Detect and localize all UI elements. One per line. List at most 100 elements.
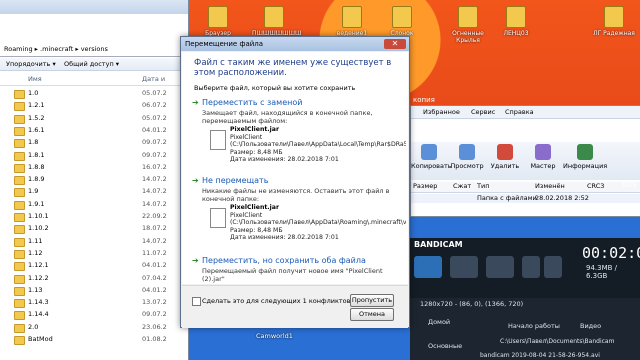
file-name: 1.6.1 bbox=[28, 125, 45, 134]
file-row[interactable]: 1.10.1 22.09.2 bbox=[0, 211, 188, 222]
nav-basic[interactable]: Основные bbox=[428, 342, 462, 350]
menu-favorites[interactable]: Избранное bbox=[423, 106, 460, 118]
file-row[interactable]: 1.12.2 07.04.2 bbox=[0, 273, 188, 284]
column-size[interactable]: Размер bbox=[413, 182, 437, 190]
file-name: BatMod bbox=[28, 335, 53, 343]
folder-icon bbox=[14, 213, 25, 222]
file-name: 1.2.1 bbox=[28, 101, 45, 110]
folder-icon bbox=[14, 311, 25, 321]
organize-button[interactable]: Упорядочить ▾ bbox=[6, 60, 56, 68]
folder-icon bbox=[506, 6, 526, 28]
menu-tools[interactable]: Сервис bbox=[471, 106, 495, 118]
file-row[interactable]: 1.8.9 14.07.2 bbox=[0, 174, 188, 186]
game-mode-button[interactable] bbox=[450, 256, 478, 278]
keep-both-option[interactable]: Переместить, но сохранить оба файла bbox=[202, 256, 366, 265]
arrow-icon: ➔ bbox=[192, 98, 199, 107]
column-modified[interactable]: Изменён bbox=[535, 182, 565, 190]
column-crc[interactable]: CRC3 bbox=[587, 182, 604, 190]
desktop-icon[interactable]: ведение1 bbox=[330, 6, 374, 37]
folder-icon bbox=[14, 274, 25, 284]
file-row[interactable]: 1.8.1 09.07.2 bbox=[0, 150, 188, 161]
folder-icon bbox=[14, 90, 25, 99]
info-button[interactable]: Информация bbox=[563, 144, 607, 170]
desktop-icon[interactable]: ЛГ Радежная bbox=[592, 6, 636, 37]
file-date: 04.01.2 bbox=[142, 125, 167, 134]
breadcrumb-item[interactable]: .minecraft bbox=[40, 45, 73, 53]
breadcrumb-item[interactable]: Roaming bbox=[4, 45, 33, 53]
dialog-footer: Сделать это для следующих 1 конфликтов П… bbox=[182, 285, 408, 328]
file-row[interactable]: 1.8 09.07.2 bbox=[0, 137, 188, 149]
file-name: 1.8.1 bbox=[28, 150, 45, 159]
skip-button[interactable]: Пропустить bbox=[350, 294, 394, 307]
folder-icon bbox=[14, 126, 25, 136]
webcam-button[interactable] bbox=[522, 256, 540, 278]
file-row[interactable]: 1.14.4 09.07.2 bbox=[0, 309, 188, 321]
file-row[interactable]: 1.10.2 18.07.2 bbox=[0, 223, 188, 235]
start-tab[interactable]: Начало работы bbox=[508, 322, 560, 330]
wizard-button[interactable]: Мастер bbox=[525, 144, 561, 170]
file-icon bbox=[210, 130, 226, 150]
address-bar[interactable]: Roaming ▸ .minecraft ▸ versions bbox=[0, 42, 188, 57]
file-row[interactable]: 1.14.3 13.07.2 bbox=[0, 297, 188, 309]
file-name: 1.0 bbox=[28, 89, 39, 97]
file-row[interactable]: 1.9 14.07.2 bbox=[0, 186, 188, 198]
file-date: 05.07.2 bbox=[142, 89, 167, 97]
file-row[interactable]: 1.0 05.07.2 bbox=[0, 88, 188, 99]
file-row[interactable]: BatMod 01.08.2 bbox=[0, 334, 188, 345]
file-row[interactable]: 1.6.1 04.01.2 bbox=[0, 125, 188, 136]
column-date[interactable]: Дата и bbox=[142, 75, 165, 83]
device-mode-button[interactable] bbox=[486, 256, 514, 278]
menu-bar: Избранное Сервис Справка bbox=[411, 106, 640, 119]
desktop-icon[interactable]: Браузер bbox=[196, 6, 240, 37]
file-row[interactable]: 2.0 23.06.2 bbox=[0, 322, 188, 333]
file-row[interactable]: 1.2.1 06.07.2 bbox=[0, 100, 188, 112]
file-row[interactable]: 1.5.2 05.07.2 bbox=[0, 113, 188, 124]
folder-icon bbox=[14, 114, 25, 124]
close-button[interactable]: ✕ bbox=[384, 39, 406, 49]
apply-all-checkbox[interactable] bbox=[192, 297, 201, 306]
file-date: 18.07.2 bbox=[142, 224, 167, 233]
copy-button[interactable]: Копировать bbox=[411, 144, 452, 170]
column-packed[interactable]: Сжат bbox=[453, 182, 471, 190]
file-row[interactable]: 1.13 04.01.2 bbox=[0, 285, 188, 296]
file-icon bbox=[210, 208, 226, 228]
recorded-file[interactable]: bandicam 2019-08-04 21-58-26-954.avi bbox=[480, 352, 600, 359]
file-row[interactable]: 1.9.1 14.07.2 bbox=[0, 199, 188, 210]
desktop-icon[interactable]: Слонок bbox=[380, 6, 424, 37]
explorer-window: Roaming ▸ .minecraft ▸ versions Упорядоч… bbox=[0, 0, 189, 360]
breadcrumb-item[interactable]: versions bbox=[81, 45, 108, 53]
desktop-icon[interactable]: Огненные Крылья bbox=[446, 6, 490, 44]
apply-all-label: Сделать это для следующих 1 конфликтов bbox=[202, 297, 351, 305]
delete-button[interactable]: Удалить bbox=[487, 144, 523, 170]
folder-icon bbox=[392, 6, 412, 28]
cancel-button[interactable]: Отмена bbox=[350, 308, 394, 321]
file-row[interactable]: 1.12.1 04.01.2 bbox=[0, 260, 188, 272]
file-row[interactable]: 1.8.8 16.07.2 bbox=[0, 162, 188, 173]
file-date: 13.07.2 bbox=[142, 298, 167, 307]
file-row[interactable]: 1.12 11.07.2 bbox=[0, 248, 188, 259]
dialog-title[interactable]: Перемещение файла bbox=[181, 37, 409, 51]
menu-help[interactable]: Справка bbox=[505, 106, 534, 118]
file-name: 1.14.3 bbox=[28, 298, 49, 307]
column-type[interactable]: Тип bbox=[477, 182, 489, 190]
desktop-icon[interactable]: ПШШШШШШШ bbox=[252, 6, 301, 37]
mic-button[interactable] bbox=[544, 256, 562, 278]
nav-home[interactable]: Домой bbox=[428, 318, 450, 326]
replace-option[interactable]: Переместить с заменой bbox=[202, 98, 302, 107]
screen-mode-button[interactable] bbox=[414, 256, 442, 278]
dialog-subheading: Выберите файл, который вы хотите сохрани… bbox=[194, 84, 356, 92]
skip-option[interactable]: Не перемещать bbox=[202, 176, 268, 185]
desktop-icon[interactable]: ЛЕНЦ03 bbox=[494, 6, 538, 37]
video-tab[interactable]: Видео bbox=[580, 322, 601, 330]
archive-row[interactable]: Папка с файлами 28.02.2018 2:52 bbox=[411, 194, 640, 203]
folder-icon bbox=[14, 299, 25, 309]
column-name[interactable]: Имя bbox=[28, 75, 42, 83]
view-button[interactable]: Просмотр bbox=[449, 144, 485, 170]
file-name: 1.12.1 bbox=[28, 261, 49, 270]
move-file-dialog: Перемещение файла ✕ Файл с таким же имен… bbox=[180, 36, 410, 328]
file-row[interactable]: 1.11 14.07.2 bbox=[0, 236, 188, 247]
share-button[interactable]: Общий доступ ▾ bbox=[64, 60, 119, 68]
window-titlebar[interactable] bbox=[0, 0, 188, 14]
column-header: Имя Дата и bbox=[0, 74, 188, 86]
file-name: 1.12.2 bbox=[28, 273, 49, 282]
